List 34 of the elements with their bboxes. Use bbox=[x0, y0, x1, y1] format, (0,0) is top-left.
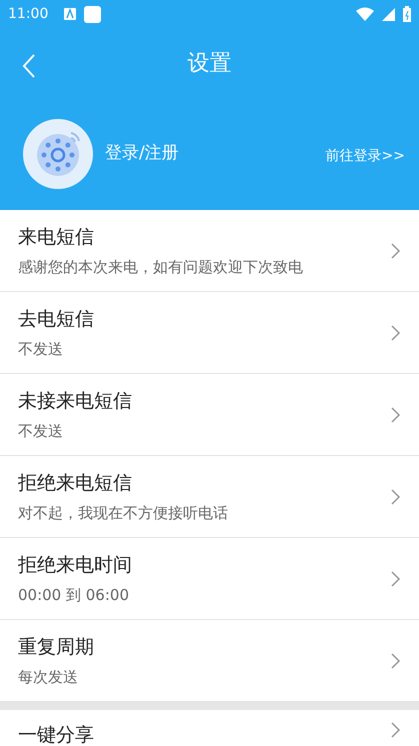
chevron-icon bbox=[391, 488, 401, 504]
chevron-icon bbox=[391, 722, 401, 738]
settings-row[interactable]: 拒绝来电时间 00:00 到 06:00 bbox=[0, 538, 419, 620]
setting-value: 每次发送 bbox=[18, 668, 79, 687]
chevron-icon bbox=[391, 242, 401, 258]
setting-title: 来电短信 bbox=[18, 225, 95, 250]
status-time: 11:00 bbox=[8, 6, 48, 22]
square-notification-icon bbox=[84, 6, 102, 22]
setting-title: 拒绝来电时间 bbox=[18, 553, 133, 578]
setting-value: 对不起，我现在不方便接听电话 bbox=[18, 504, 229, 523]
settings-row[interactable]: 去电短信 不发送 bbox=[0, 292, 419, 374]
setting-title: 拒绝来电短信 bbox=[18, 471, 133, 496]
setting-title: 一键分享 bbox=[18, 723, 95, 746]
wifi-icon bbox=[356, 7, 374, 21]
battery-icon bbox=[403, 6, 411, 22]
avatar-dial-icon bbox=[23, 119, 93, 189]
setting-title: 重复周期 bbox=[18, 635, 95, 660]
chevron-icon bbox=[391, 324, 401, 340]
chevron-icon bbox=[391, 570, 401, 586]
keyboard-notification-icon bbox=[64, 8, 76, 20]
setting-value: 00:00 到 06:00 bbox=[18, 586, 130, 605]
setting-value: 不发送 bbox=[18, 422, 64, 441]
page-title: 设置 bbox=[188, 50, 232, 78]
setting-value: 感谢您的本次来电，如有问题欢迎下次致电 bbox=[18, 258, 304, 277]
chevron-icon bbox=[391, 406, 401, 422]
settings-row[interactable]: 未接来电短信 不发送 bbox=[0, 374, 419, 456]
settings-row[interactable]: 来电短信 感谢您的本次来电，如有问题欢迎下次致电 bbox=[0, 210, 419, 292]
chevron-icon bbox=[391, 652, 401, 668]
settings-row[interactable]: 一键分享 bbox=[0, 710, 419, 746]
setting-title: 未接来电短信 bbox=[18, 389, 133, 414]
setting-value: 不发送 bbox=[18, 340, 64, 359]
settings-row[interactable]: 拒绝来电短信 对不起，我现在不方便接听电话 bbox=[0, 456, 419, 538]
signal-icon bbox=[382, 8, 395, 20]
setting-title: 去电短信 bbox=[18, 307, 95, 332]
